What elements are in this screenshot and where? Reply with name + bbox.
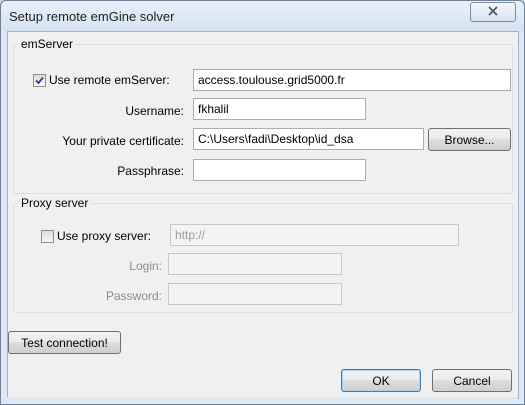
- dialog-client-area: emServer Use remote emServer: access.tou…: [7, 31, 519, 399]
- use-proxy-server-label[interactable]: Use proxy server:: [57, 229, 151, 243]
- passphrase-input[interactable]: [193, 159, 366, 181]
- use-proxy-server-checkbox[interactable]: [41, 230, 54, 243]
- use-remote-emserver-label[interactable]: Use remote emServer:: [49, 73, 170, 87]
- test-connection-button[interactable]: Test connection!: [8, 331, 121, 354]
- proxy-login-label: Login:: [129, 259, 162, 273]
- proxy-login-input[interactable]: [168, 253, 342, 275]
- username-label: Username:: [125, 104, 184, 118]
- proxy-server-group-label: Proxy server: [21, 196, 89, 210]
- private-certificate-input[interactable]: C:\Users\fadi\Desktop\id_dsa: [193, 128, 424, 150]
- window-bottom-border: [7, 397, 517, 403]
- username-input[interactable]: fkhalil: [193, 98, 366, 120]
- proxy-url-input[interactable]: http://: [170, 224, 459, 246]
- emserver-group-label: emServer: [21, 37, 74, 51]
- close-button[interactable]: [470, 2, 516, 22]
- window-title: Setup remote emGine solver: [9, 9, 175, 24]
- emserver-address-input[interactable]: access.toulouse.grid5000.fr: [193, 69, 511, 91]
- cancel-button[interactable]: Cancel: [432, 369, 512, 392]
- checkmark-icon: [35, 76, 44, 85]
- close-icon: [488, 5, 498, 19]
- dialog-window: Setup remote emGine solver emServer Use …: [0, 0, 525, 405]
- browse-button[interactable]: Browse...: [428, 128, 511, 151]
- ok-button[interactable]: OK: [341, 369, 421, 392]
- use-remote-emserver-checkbox[interactable]: [33, 74, 46, 87]
- private-certificate-label: Your private certificate:: [62, 134, 184, 148]
- title-bar[interactable]: Setup remote emGine solver: [1, 1, 524, 31]
- proxy-password-input[interactable]: [168, 283, 342, 305]
- passphrase-label: Passphrase:: [117, 164, 184, 178]
- proxy-password-label: Password:: [105, 289, 162, 303]
